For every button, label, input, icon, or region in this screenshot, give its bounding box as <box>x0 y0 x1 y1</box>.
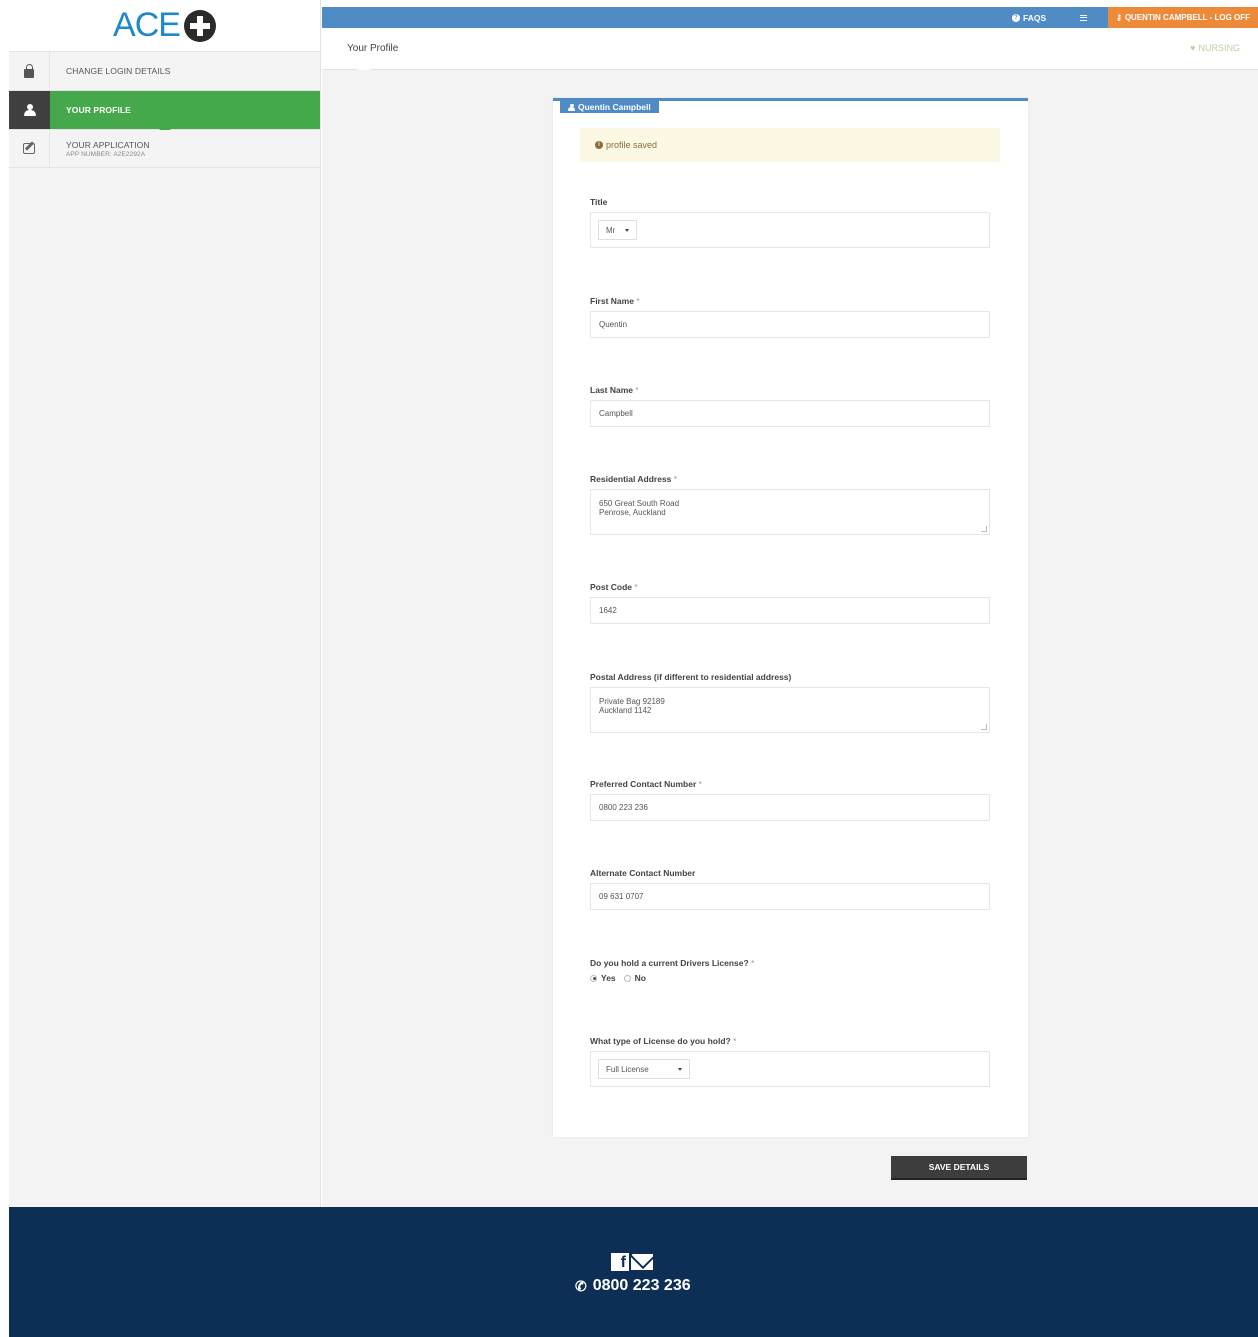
license-no-radio[interactable] <box>623 974 631 982</box>
page-title: Your Profile <box>347 43 399 54</box>
postal-address-input[interactable]: Private Bag 92189 Auckland 1142 <box>590 687 990 733</box>
postal-address-label: Postal Address (if different to resident… <box>590 672 792 682</box>
license-type-field: What type of License do you hold? * Full… <box>590 1036 990 1087</box>
info-icon: i <box>595 141 603 149</box>
title-field: Title Mr <box>590 197 990 248</box>
logoff-label: QUENTIN CAMPBELL - LOG OFF <box>1124 13 1251 22</box>
post-code-label: Post Code * <box>590 582 638 592</box>
hamburger-icon <box>1080 14 1087 21</box>
sidebar: ACE CHANGE LOGIN DETAILS YOUR PROFILE YO… <box>9 0 321 1207</box>
user-icon <box>9 91 50 129</box>
last-name-field: Last Name * Campbell <box>590 385 990 427</box>
logo-mark-icon <box>183 9 216 42</box>
top-bar: ? FAQS ⚷ QUENTIN CAMPBELL - LOG OFF <box>322 7 1258 28</box>
preferred-contact-label: Preferred Contact Number * <box>590 779 702 789</box>
faqs-label: FAQS <box>1023 12 1047 23</box>
sidebar-item-label: YOUR APPLICATION <box>66 139 150 150</box>
alternate-contact-input[interactable]: 09 631 0707 <box>590 883 990 910</box>
postal-address-field: Postal Address (if different to resident… <box>590 672 990 733</box>
title-select[interactable]: Mr <box>598 220 638 240</box>
residential-address-field: Residential Address * 650 Great South Ro… <box>590 474 990 535</box>
title-value: Mr <box>606 225 616 235</box>
sidebar-item-your-application[interactable]: YOUR APPLICATION APP NUMBER: A2E2292A <box>9 130 320 168</box>
last-name-input[interactable]: Campbell <box>590 400 990 427</box>
post-code-input[interactable]: 1642 <box>590 597 990 624</box>
user-icon <box>568 103 575 111</box>
facebook-icon[interactable]: f <box>611 1253 629 1271</box>
residential-address-input[interactable]: 650 Great South Road Penrose, Auckland <box>590 489 990 535</box>
license-type-select-wrap: Full License <box>590 1051 990 1087</box>
license-type-label: What type of License do you hold? * <box>590 1036 737 1046</box>
faqs-link[interactable]: ? FAQS <box>1012 7 1046 28</box>
app-number: APP NUMBER: A2E2292A <box>66 150 146 158</box>
drivers-license-label: Do you hold a current Drivers License? * <box>590 958 755 968</box>
first-name-field: First Name * Quentin <box>590 296 990 338</box>
menu-button[interactable] <box>1080 7 1087 28</box>
title-select-wrap: Mr <box>590 212 990 248</box>
edit-icon <box>9 130 50 167</box>
logoff-button[interactable]: ⚷ QUENTIN CAMPBELL - LOG OFF <box>1108 7 1258 28</box>
license-type-select[interactable]: Full License <box>598 1059 690 1079</box>
caret-down-icon <box>678 1067 682 1071</box>
panel-tab: Quentin Campbell <box>560 101 659 113</box>
logo-text: ACE <box>113 6 181 44</box>
last-name-label: Last Name * <box>590 385 639 395</box>
sidebar-item-your-profile[interactable]: YOUR PROFILE <box>9 91 320 135</box>
license-yes-radio[interactable] <box>590 974 597 982</box>
license-no-label: No <box>634 973 646 983</box>
footer: f ✆ 0800 223 236 <box>9 1207 1258 1337</box>
title-label: Title <box>590 197 608 207</box>
social-links: f <box>611 1253 653 1271</box>
mail-icon[interactable] <box>631 1254 653 1270</box>
lock-icon <box>9 52 50 90</box>
question-icon: ? <box>1012 13 1020 22</box>
drivers-license-radios: Yes No <box>590 973 990 983</box>
first-name-label: First Name * <box>590 296 640 306</box>
program-label: ♥ NURSING <box>1190 43 1240 53</box>
alternate-contact-field: Alternate Contact Number 09 631 0707 <box>590 868 990 910</box>
footer-phone[interactable]: ✆ 0800 223 236 <box>575 1277 691 1295</box>
footer-phone-number: 0800 223 236 <box>592 1277 691 1294</box>
main-content: Quentin Campbell i profile saved Title M… <box>322 70 1258 1207</box>
save-details-button[interactable]: SAVE DETAILS <box>891 1156 1027 1180</box>
drivers-license-field: Do you hold a current Drivers License? *… <box>590 958 990 983</box>
key-icon: ⚷ <box>1115 13 1122 22</box>
preferred-contact-input[interactable]: 0800 223 236 <box>590 794 990 821</box>
heart-icon: ♥ <box>1190 43 1196 53</box>
alternate-contact-label: Alternate Contact Number <box>590 868 696 878</box>
program-name: NURSING <box>1198 43 1240 53</box>
post-code-field: Post Code * 1642 <box>590 582 990 624</box>
status-alert: i profile saved <box>580 128 1000 162</box>
sidebar-item-label: YOUR PROFILE <box>66 105 131 115</box>
residential-address-label: Residential Address * <box>590 474 678 484</box>
first-name-input[interactable]: Quentin <box>590 311 990 338</box>
alert-text: profile saved <box>606 140 658 150</box>
page-header: Your Profile ♥ NURSING <box>322 28 1258 79</box>
profile-panel: Quentin Campbell i profile saved Title M… <box>553 98 1028 1137</box>
preferred-contact-field: Preferred Contact Number * 0800 223 236 <box>590 779 990 821</box>
license-yes-label: Yes <box>601 973 616 983</box>
license-type-value: Full License <box>606 1064 649 1074</box>
sidebar-item-change-login[interactable]: CHANGE LOGIN DETAILS <box>9 52 320 91</box>
phone-icon: ✆ <box>575 1277 587 1294</box>
caret-down-icon <box>625 228 630 232</box>
panel-tab-label: Quentin Campbell <box>578 102 651 112</box>
sidebar-item-label: CHANGE LOGIN DETAILS <box>66 66 171 76</box>
ace-logo[interactable]: ACE <box>9 0 320 52</box>
